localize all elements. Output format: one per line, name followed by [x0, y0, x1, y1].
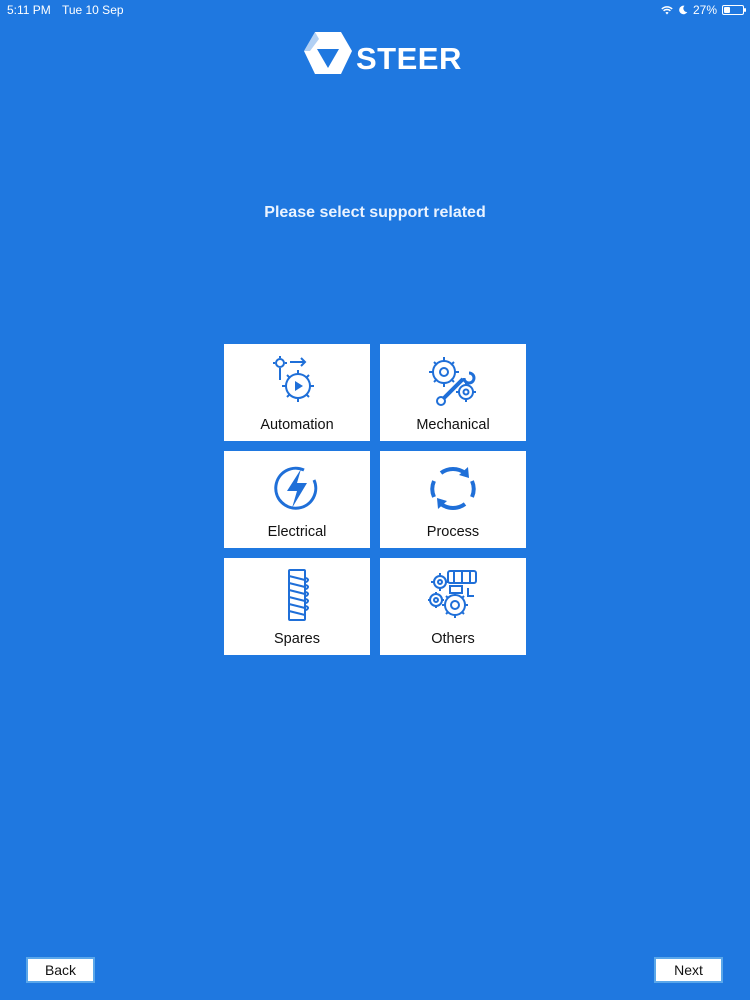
category-process[interactable]: Process [380, 451, 526, 548]
category-automation[interactable]: Automation [224, 344, 370, 441]
brand-name: STEER [356, 41, 462, 76]
spring-icon [288, 569, 309, 621]
steer-logo: STEER [302, 30, 462, 76]
category-label: Mechanical [416, 417, 490, 433]
category-label: Process [426, 524, 480, 540]
back-button[interactable]: Back [26, 957, 95, 983]
category-others[interactable]: Others [380, 558, 526, 655]
category-electrical[interactable]: Electrical [224, 451, 370, 548]
moon-icon [679, 5, 688, 15]
category-mechanical[interactable]: Mechanical [380, 344, 526, 441]
refresh-arrows-icon [430, 467, 476, 510]
page-title: Please select support related [264, 204, 486, 221]
category-label: Electrical [267, 524, 327, 540]
category-label: Others [431, 631, 475, 647]
steer-logo-mark [304, 32, 352, 74]
category-label: Automation [260, 417, 334, 433]
automation-gear-icon [273, 356, 314, 402]
category-label: Spares [274, 631, 320, 647]
status-left: 5:11 PM Tue 10 Sep [7, 3, 132, 17]
status-right: 27% [661, 3, 746, 17]
gear-wrench-icon [429, 357, 476, 406]
machine-gears-icon [428, 570, 477, 618]
category-grid: Automation Mechanical Electrical Process… [224, 344, 526, 655]
battery-icon [722, 5, 746, 15]
battery-percent: 27% [692, 3, 717, 17]
status-time: 5:11 PM [7, 3, 51, 17]
status-bar: 5:11 PM Tue 10 Sep 27% [0, 0, 750, 20]
next-button[interactable]: Next [654, 957, 723, 983]
lightning-icon [274, 466, 318, 510]
category-spares[interactable]: Spares [224, 558, 370, 655]
wifi-icon [661, 6, 673, 15]
status-date: Tue 10 Sep [61, 3, 124, 17]
